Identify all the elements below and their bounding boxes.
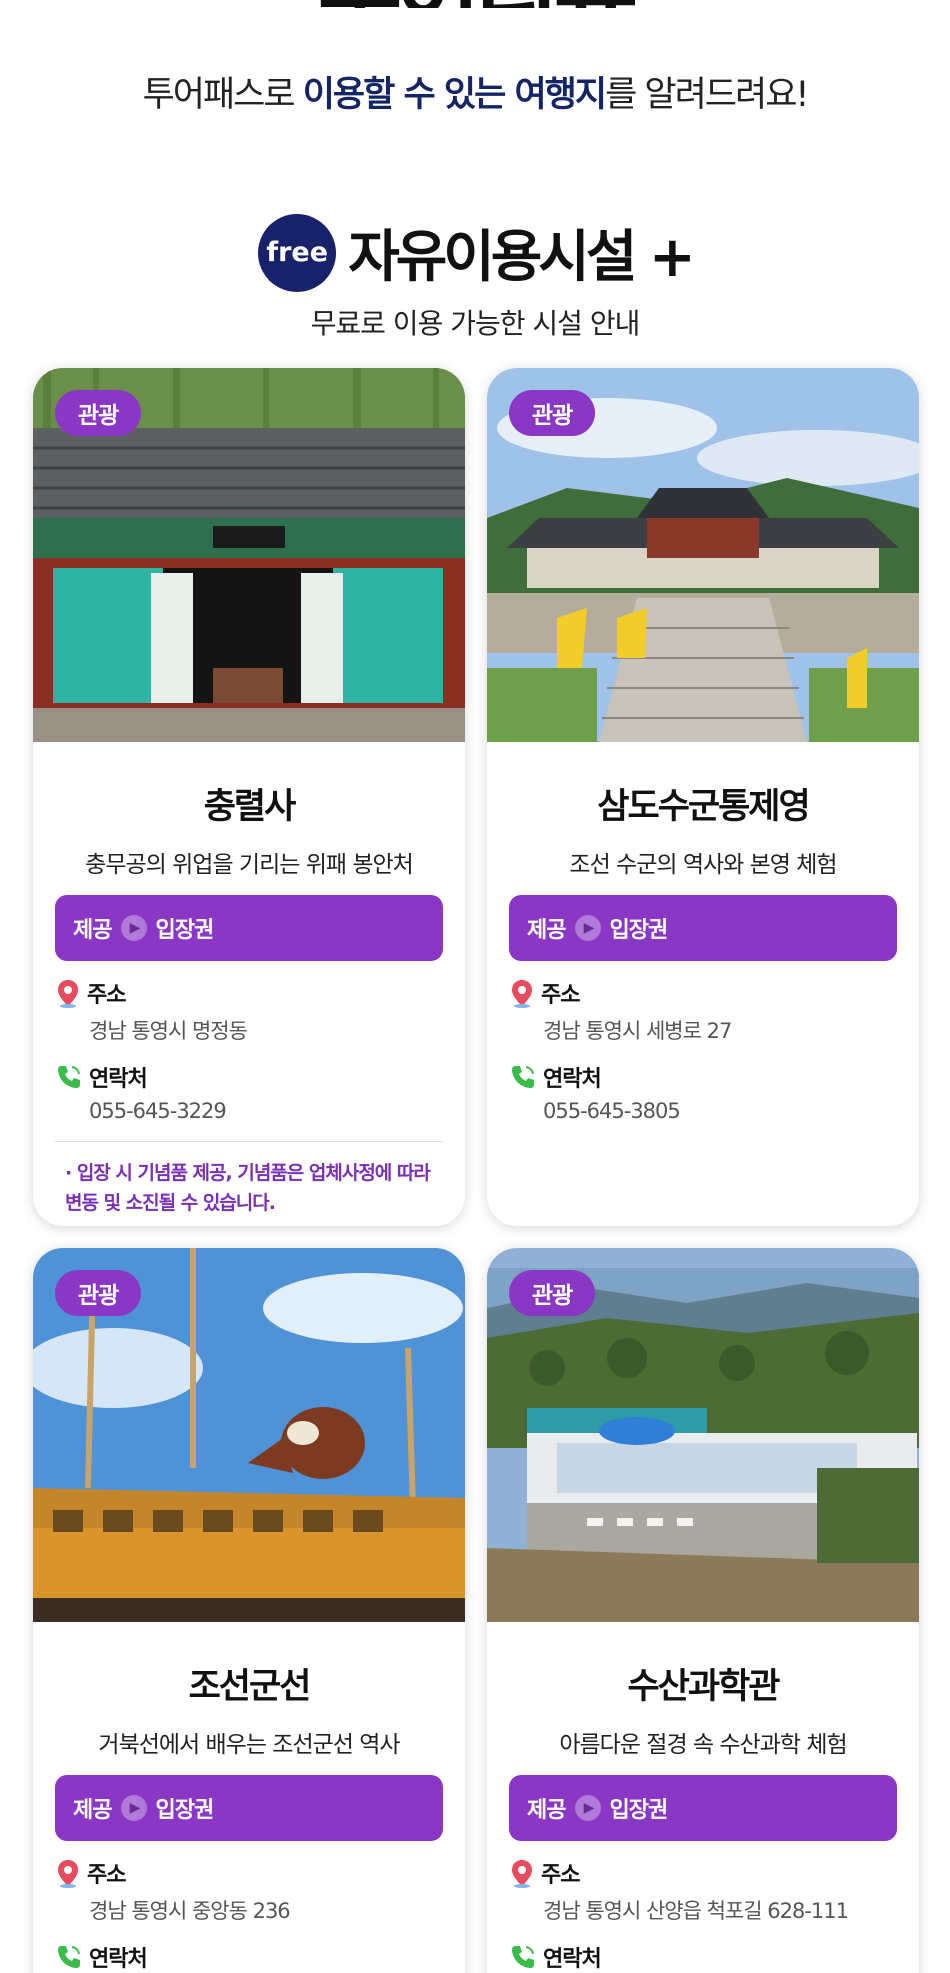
provide-label: 제공 bbox=[73, 1798, 112, 1823]
provide-value: 입장권 bbox=[609, 1798, 668, 1823]
section-title: 자유이용시설 + bbox=[348, 225, 696, 290]
facility-name: 조선군선 bbox=[188, 1667, 312, 1707]
chevron-right-icon: ▶ bbox=[575, 915, 602, 941]
phone-icon bbox=[512, 1066, 534, 1088]
facility-description: 충무공의 위업을 기리는 위패 봉안처 bbox=[85, 852, 414, 878]
phone-value[interactable]: 055-645-3805 bbox=[509, 1099, 897, 1123]
category-badge: 관광 bbox=[55, 1270, 141, 1316]
category-badge: 관광 bbox=[509, 390, 595, 436]
hero-subtitle: 투어패스로 이용할 수 있는 여행지를 알려드려요! bbox=[0, 66, 950, 117]
location-pin-icon bbox=[58, 980, 78, 1008]
section-description: 무료로 이용 가능한 시설 안내 bbox=[310, 307, 641, 340]
phone-icon bbox=[58, 1946, 80, 1968]
facility-card[interactable]: 관광 수산과학관 아름다운 절경 속 수산과학 체험 제공 ▶ 입장권 주소 경… bbox=[487, 1248, 919, 1973]
facility-name: 수산과학관 bbox=[627, 1667, 780, 1707]
location-pin-icon bbox=[58, 1860, 78, 1888]
phone-icon bbox=[512, 1946, 534, 1968]
location-pin-icon bbox=[512, 980, 532, 1008]
address-value: 경남 통영시 명정동 bbox=[89, 1019, 248, 1043]
address-label: 주소 bbox=[87, 1863, 126, 1888]
address-value: 경남 통영시 세병로 27 bbox=[543, 1019, 732, 1043]
provide-bar: 제공 ▶ 입장권 bbox=[55, 895, 443, 961]
facility-card[interactable]: 관광 충렬사 충무공의 위업을 기리는 위패 봉안처 제공 ▶ 입장권 주소 경… bbox=[33, 368, 465, 1226]
address-row: 주소 경남 통영시 중앙동 236 bbox=[55, 1857, 443, 1925]
address-label: 주소 bbox=[541, 1863, 580, 1888]
chevron-right-icon: ▶ bbox=[121, 915, 148, 941]
facility-photo: 관광 bbox=[487, 1248, 919, 1622]
contact-row[interactable]: 연락처 0507-1410-6675 bbox=[55, 1941, 443, 1973]
provide-label: 제공 bbox=[527, 1798, 566, 1823]
contact-label: 연락처 bbox=[543, 1067, 602, 1092]
facility-description: 거북선에서 배우는 조선군선 역사 bbox=[98, 1732, 400, 1758]
address-label: 주소 bbox=[541, 983, 580, 1008]
address-row: 주소 경남 통영시 명정동 bbox=[55, 977, 443, 1045]
facility-photo: 관광 bbox=[487, 368, 919, 742]
hero-subtitle-post: 를 알려드려요! bbox=[605, 75, 809, 115]
location-pin-icon bbox=[512, 1860, 532, 1888]
contact-row[interactable]: 연락처 055-645-3805 bbox=[509, 1061, 897, 1123]
free-badge: free bbox=[258, 213, 337, 292]
phone-icon bbox=[58, 1066, 80, 1088]
phone-value[interactable]: 055-645-3229 bbox=[55, 1099, 443, 1123]
hero-subtitle-highlight: 이용할 수 있는 여행지 bbox=[302, 75, 607, 115]
hero-title: 투어리뷰 bbox=[0, 0, 950, 8]
facility-card[interactable]: 관광 삼도수군통제영 조선 수군의 역사와 본영 체험 제공 ▶ 입장권 주소 … bbox=[487, 368, 919, 1226]
chevron-right-icon: ▶ bbox=[575, 1795, 602, 1821]
chevron-right-icon: ▶ bbox=[121, 1795, 148, 1821]
provide-bar: 제공 ▶ 입장권 bbox=[509, 895, 897, 961]
facility-card[interactable]: 관광 조선군선 거북선에서 배우는 조선군선 역사 제공 ▶ 입장권 주소 경남… bbox=[33, 1248, 465, 1973]
address-value: 경남 통영시 산양읍 척포길 628-111 bbox=[543, 1899, 849, 1923]
provide-label: 제공 bbox=[527, 918, 566, 943]
facility-photo: 관광 bbox=[33, 368, 465, 742]
section-header: free 자유이용시설 + bbox=[0, 212, 950, 293]
provide-label: 제공 bbox=[73, 918, 112, 943]
contact-label: 연락처 bbox=[89, 1947, 148, 1972]
contact-label: 연락처 bbox=[89, 1067, 148, 1092]
provide-bar: 제공 ▶ 입장권 bbox=[55, 1775, 443, 1841]
divider bbox=[55, 1141, 443, 1142]
category-badge: 관광 bbox=[55, 390, 141, 436]
address-row: 주소 경남 통영시 세병로 27 bbox=[509, 977, 897, 1045]
category-badge: 관광 bbox=[509, 1270, 595, 1316]
provide-value: 입장권 bbox=[155, 1798, 214, 1823]
address-label: 주소 bbox=[87, 983, 126, 1008]
contact-row[interactable]: 연락처 055-646-5704 bbox=[509, 1941, 897, 1973]
contact-row[interactable]: 연락처 055-645-3229 bbox=[55, 1061, 443, 1123]
hero-subtitle-pre: 투어패스로 bbox=[142, 75, 303, 115]
provide-bar: 제공 ▶ 입장권 bbox=[509, 1775, 897, 1841]
facility-description: 조선 수군의 역사와 본영 체험 bbox=[569, 852, 837, 878]
facility-description: 아름다운 절경 속 수산과학 체험 bbox=[559, 1732, 847, 1758]
address-row: 주소 경남 통영시 산양읍 척포길 628-111 bbox=[509, 1857, 897, 1925]
facility-note: · 입장 시 기념품 제공, 기념품은 업체사정에 따라 변동 및 소진될 수 … bbox=[65, 1162, 431, 1214]
facility-name: 충렬사 bbox=[203, 787, 297, 827]
provide-value: 입장권 bbox=[155, 918, 214, 943]
provide-value: 입장권 bbox=[609, 918, 668, 943]
address-value: 경남 통영시 중앙동 236 bbox=[89, 1899, 291, 1923]
facility-name: 삼도수군통제영 bbox=[597, 787, 810, 827]
facility-photo: 관광 bbox=[33, 1248, 465, 1622]
contact-label: 연락처 bbox=[543, 1947, 602, 1972]
